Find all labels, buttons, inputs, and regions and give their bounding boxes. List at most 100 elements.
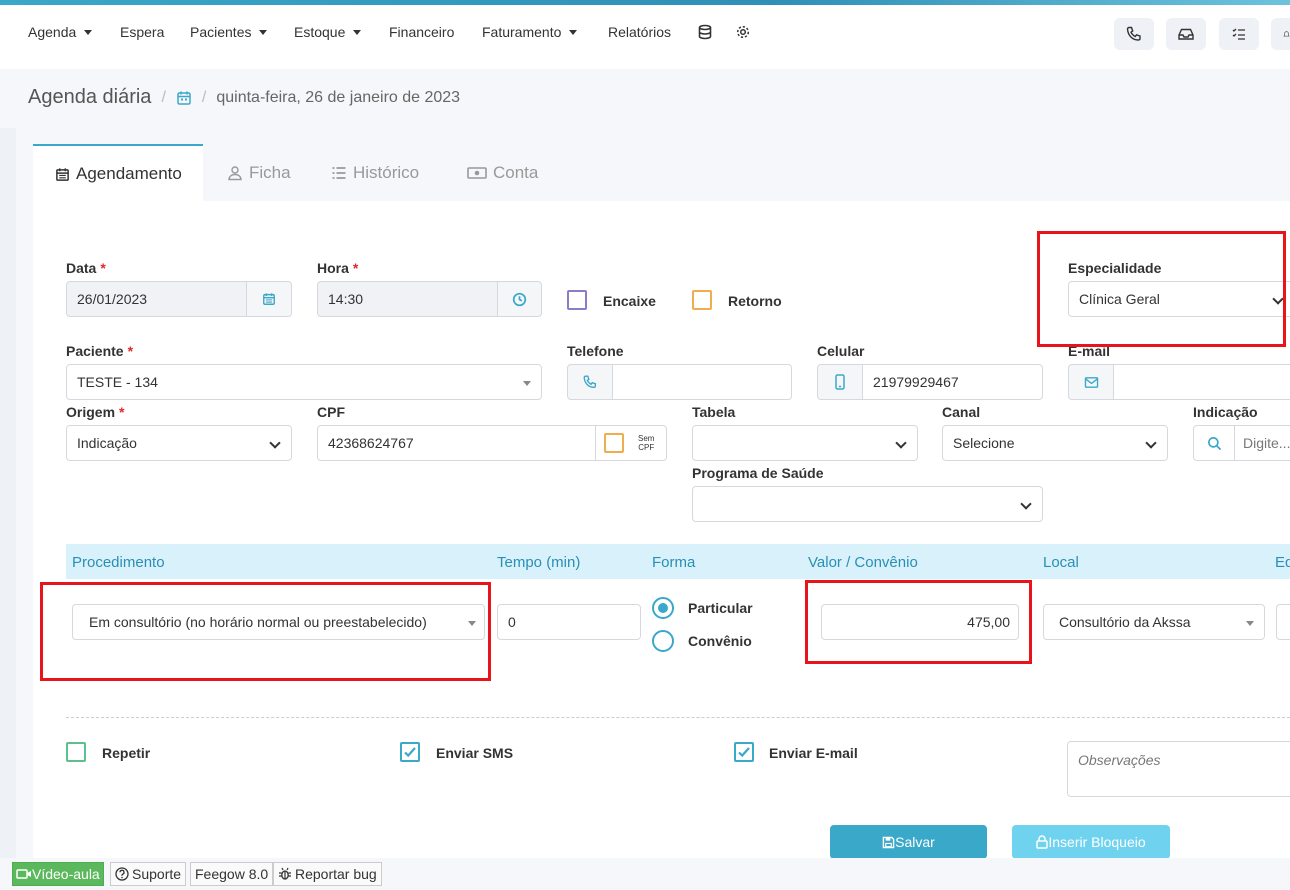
save-button[interactable]: Salvar [830, 825, 987, 859]
video-icon [16, 869, 31, 879]
lock-icon [1036, 835, 1049, 849]
celular-addon [817, 364, 863, 400]
checklist-button[interactable] [1219, 18, 1259, 50]
telefone-field[interactable] [612, 364, 792, 400]
dropdown-triangle-icon [523, 381, 531, 386]
envelope-icon [1084, 376, 1098, 388]
tab-ficha[interactable]: Ficha [227, 144, 291, 202]
observacoes-textarea[interactable]: Observações [1067, 741, 1290, 797]
page-title: Agenda diária [28, 86, 152, 108]
forma-particular-label: Particular [688, 600, 753, 616]
tempo-input[interactable]: 0 [497, 604, 641, 640]
origem-label: Origem * [66, 404, 125, 420]
chevron-down-icon [84, 30, 93, 35]
bug-icon [279, 867, 291, 880]
canal-select[interactable]: Selecione [942, 425, 1168, 461]
chevron-down-icon [1020, 498, 1032, 510]
tab-historico[interactable]: Histórico [331, 144, 419, 202]
checklist-icon [1232, 28, 1245, 40]
enviar-email-checkbox[interactable] [734, 742, 754, 762]
chevron-down-icon [895, 437, 907, 449]
paciente-select[interactable]: TESTE - 134 [66, 364, 542, 400]
highlight-procedimento [40, 582, 491, 681]
retorno-checkbox[interactable] [692, 290, 712, 310]
nav-financeiro[interactable]: Financeiro [389, 24, 454, 40]
dropdown-triangle-icon [1246, 621, 1254, 626]
nav-pacientes[interactable]: Pacientes [190, 24, 268, 40]
sem-cpf-toggle[interactable]: Sem CPF [595, 425, 667, 461]
hora-field[interactable]: 14:30 [317, 281, 499, 317]
enviar-sms-checkbox[interactable] [400, 742, 420, 762]
chevron-down-icon [1145, 437, 1157, 449]
data-field[interactable]: 26/01/2023 [66, 281, 248, 317]
search-icon [1207, 436, 1221, 450]
nav-estoque[interactable]: Estoque [294, 24, 362, 40]
clock-icon [512, 292, 527, 306]
programa-saude-label: Programa de Saúde [692, 465, 824, 481]
header-forma: Forma [652, 554, 696, 571]
indicacao-input[interactable]: Digite... [1234, 425, 1290, 461]
repetir-label: Repetir [102, 745, 151, 761]
highlight-valor [805, 580, 1032, 664]
telefone-addon [567, 364, 613, 400]
phone-icon [1126, 26, 1141, 41]
header-valor-convenio: Valor / Convênio [808, 554, 918, 571]
programa-saude-select[interactable] [692, 486, 1043, 522]
celular-label: Celular [817, 343, 865, 359]
highlight-especialidade [1037, 231, 1286, 347]
left-sidebar-strip [0, 128, 16, 858]
suporte-button[interactable]: Suporte [110, 862, 187, 886]
bell-icon [1283, 31, 1290, 37]
origem-select[interactable]: Indicação [66, 425, 292, 461]
tabela-select[interactable] [692, 425, 918, 461]
chevron-down-icon [269, 437, 281, 449]
tabela-label: Tabela [692, 404, 736, 420]
header-tempo: Tempo (min) [497, 554, 581, 571]
date-picker-button[interactable] [246, 281, 292, 317]
inserir-bloqueio-button[interactable]: Inserir Bloqueio [1012, 825, 1170, 859]
inbox-icon [1178, 28, 1194, 40]
enviar-email-label: Enviar E-mail [769, 745, 858, 761]
money-icon [467, 167, 487, 179]
equipamento-select[interactable] [1276, 604, 1290, 640]
breadcrumb-date: quinta-feira, 26 de janeiro de 2023 [216, 88, 461, 106]
indicacao-search-addon [1193, 425, 1235, 461]
tab-agendamento[interactable]: Agendamento [33, 144, 203, 202]
encaixe-label: Encaixe [603, 293, 656, 309]
tab-conta[interactable]: Conta [467, 144, 538, 202]
celular-field[interactable]: 21979929467 [862, 364, 1043, 400]
notifications-button[interactable] [1271, 18, 1290, 50]
header-equipamento: Eq [1275, 554, 1290, 571]
list-icon [332, 167, 346, 179]
section-divider [66, 717, 1290, 718]
repetir-checkbox[interactable] [66, 742, 86, 762]
gear-icon[interactable] [735, 24, 753, 42]
sem-cpf-checkbox[interactable] [604, 433, 624, 453]
forma-convenio-radio[interactable] [652, 630, 674, 652]
data-label: Data * [66, 260, 106, 276]
calendar-icon[interactable] [176, 90, 192, 106]
forma-particular-radio[interactable] [652, 597, 674, 619]
nav-relatorios[interactable]: Relatórios [608, 24, 671, 40]
breadcrumb: Agenda diária / / quinta-feira, 26 de ja… [28, 86, 461, 108]
nav-agenda[interactable]: Agenda [28, 24, 93, 40]
reportar-bug-button[interactable]: Reportar bug [273, 862, 382, 886]
database-icon[interactable] [697, 24, 715, 42]
time-picker-button[interactable] [497, 281, 542, 317]
cpf-field[interactable]: 42368624767 [317, 425, 597, 461]
indicacao-label: Indicação [1193, 404, 1258, 420]
nav-faturamento[interactable]: Faturamento [482, 24, 578, 40]
check-icon [738, 747, 750, 758]
nav-espera[interactable]: Espera [120, 24, 164, 40]
hora-label: Hora * [317, 260, 359, 276]
header-local: Local [1043, 554, 1079, 571]
chevron-down-icon [353, 30, 362, 35]
header-procedimento: Procedimento [72, 554, 165, 571]
local-select[interactable]: Consultório da Akssa [1043, 604, 1265, 640]
encaixe-checkbox[interactable] [567, 290, 587, 310]
video-aula-button[interactable]: Vídeo-aula [12, 862, 104, 886]
phone-icon [583, 375, 596, 389]
phone-button[interactable] [1114, 18, 1154, 50]
email-field[interactable] [1113, 364, 1290, 400]
inbox-button[interactable] [1166, 18, 1206, 50]
